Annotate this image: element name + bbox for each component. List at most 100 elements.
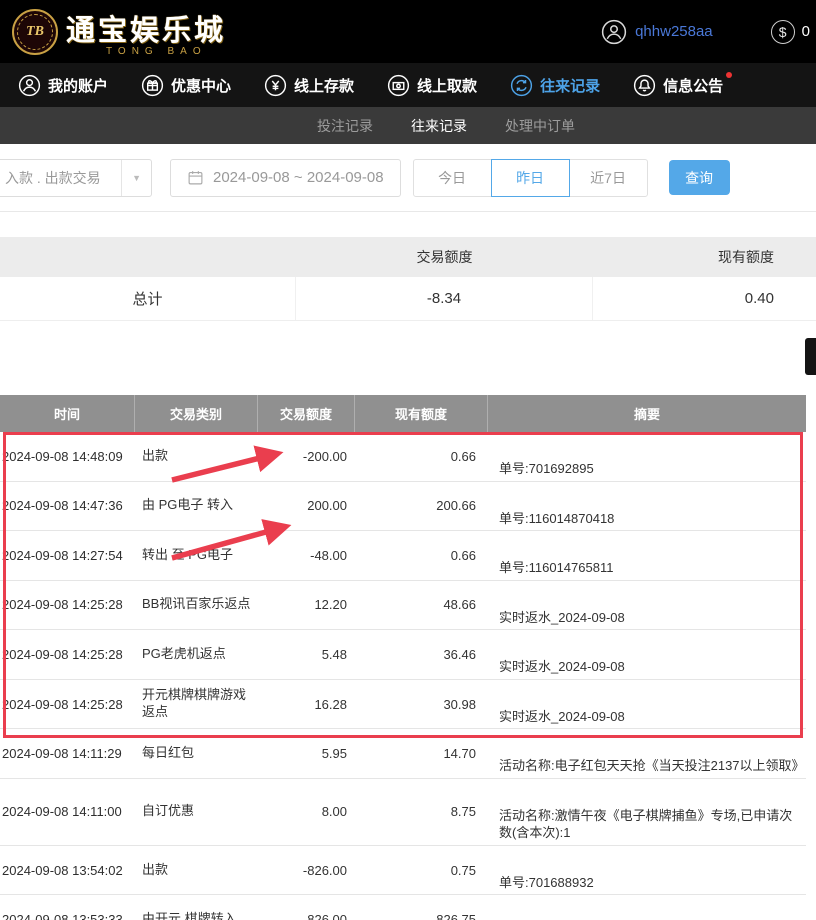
search-button[interactable]: 查询: [669, 160, 730, 195]
header-type: 交易类别: [135, 395, 258, 432]
nav-item-my-account[interactable]: 我的账户: [18, 74, 108, 97]
table-header-row: 时间 交易类别 交易额度 现有额度 摘要: [0, 395, 806, 432]
nav-item-transactions[interactable]: 往来记录: [510, 74, 600, 97]
cell-summary: 单号:116014765811: [488, 556, 806, 580]
cell-balance: 14.70: [355, 746, 488, 761]
cell-type: PG老虎机返点: [135, 643, 258, 666]
transaction-type-select[interactable]: 入款 . 出款交易 ▼: [0, 159, 152, 197]
today-button[interactable]: 今日: [413, 159, 492, 197]
transactions-body: 2024-09-08 14:48:09 出款 -200.00 0.66 单号:7…: [0, 432, 806, 920]
cell-balance: 200.66: [355, 498, 488, 513]
cell-time: 2024-09-08 14:48:09: [0, 449, 135, 464]
page: TB 通宝娱乐城 TONG BAO qhhw258aa $ 0: [0, 0, 816, 920]
last-7-days-button[interactable]: 近7日: [569, 159, 648, 197]
date-range-picker[interactable]: 2024-09-08 ~ 2024-09-08: [170, 159, 401, 197]
table-row: 2024-09-08 14:27:54 转出 至 PG电子 -48.00 0.6…: [0, 531, 806, 581]
table-row: 2024-09-08 14:25:28 BB视讯百家乐返点 12.20 48.6…: [0, 581, 806, 631]
date-range-value: 2024-09-08 ~ 2024-09-08: [213, 169, 384, 186]
yesterday-button[interactable]: 昨日: [491, 159, 570, 197]
cell-summary: 活动名称:激情午夜《电子棋牌捕鱼》专场,已申请次数(含本次):1: [488, 804, 806, 845]
summary-total-row: 总计 -8.34 0.40: [0, 277, 816, 321]
nav-label: 信息公告: [663, 75, 723, 96]
select-value: 入款 . 出款交易: [5, 168, 101, 188]
cell-time: 2024-09-08 14:11:00: [0, 804, 135, 819]
cell-time: 2024-09-08 14:47:36: [0, 498, 135, 513]
header-time: 时间: [0, 395, 135, 432]
cell-summary: 实时返水_2024-09-08: [488, 655, 806, 679]
floating-side-widget[interactable]: [805, 338, 816, 375]
logo-text: 通宝娱乐城 TONG BAO: [66, 7, 226, 57]
nav-label: 线上取款: [417, 75, 477, 96]
table-row: 2024-09-08 14:48:09 出款 -200.00 0.66 单号:7…: [0, 432, 806, 482]
cell-type: 转出 至 PG电子: [135, 544, 258, 567]
wallet-amount: 0: [802, 23, 810, 40]
filter-bar: 入款 . 出款交易 ▼ 2024-09-08 ~ 2024-09-08 今日 昨…: [0, 144, 816, 212]
cell-balance: 36.46: [355, 647, 488, 662]
nav-item-announcements[interactable]: 信息公告: [633, 74, 723, 97]
cell-type: 开元棋牌棋牌游戏返点: [135, 684, 258, 724]
wallet[interactable]: $ 0: [771, 20, 810, 44]
cell-amount: 200.00: [258, 498, 355, 513]
dollar-icon: $: [771, 20, 795, 44]
summary-total-label: 总计: [0, 277, 296, 320]
nav-label: 往来记录: [540, 75, 600, 96]
site-logo[interactable]: TB 通宝娱乐城 TONG BAO: [12, 7, 226, 57]
cell-balance: 826.75: [355, 912, 488, 920]
logo-chip-icon: TB: [12, 9, 58, 55]
records-icon: [510, 74, 533, 97]
nav-label: 我的账户: [48, 75, 108, 96]
account-icon: [18, 74, 41, 97]
cell-time: 2024-09-08 13:53:33: [0, 912, 135, 920]
cell-balance: 0.75: [355, 863, 488, 878]
nav-item-withdraw[interactable]: 线上取款: [387, 74, 477, 97]
cell-time: 2024-09-08 14:25:28: [0, 597, 135, 612]
summary-total-amount: -8.34: [296, 277, 593, 320]
cell-amount: 16.28: [258, 697, 355, 712]
cell-type: BB视讯百家乐返点: [135, 593, 258, 616]
table-row: 2024-09-08 13:54:02 出款 -826.00 0.75 单号:7…: [0, 846, 806, 896]
nav-label: 优惠中心: [171, 75, 231, 96]
tab-processing-orders[interactable]: 处理中订单: [505, 116, 575, 136]
cell-amount: -200.00: [258, 449, 355, 464]
select-caret-wrap: ▼: [121, 160, 151, 196]
tab-transaction-records[interactable]: 往来记录: [411, 116, 467, 136]
notification-dot: [726, 72, 732, 78]
header-amount: 交易额度: [258, 395, 355, 432]
cell-time: 2024-09-08 13:54:02: [0, 863, 135, 878]
nav-item-deposit[interactable]: 线上存款: [264, 74, 354, 97]
cell-amount: -48.00: [258, 548, 355, 563]
cell-summary: 单号:116014870418: [488, 507, 806, 531]
table-row: 2024-09-08 14:47:36 由 PG电子 转入 200.00 200…: [0, 482, 806, 532]
calendar-icon: [187, 169, 204, 186]
summary-header-amount: 交易额度: [296, 247, 593, 267]
user-avatar-icon: [601, 19, 627, 45]
cell-summary: 实时返水_2024-09-08: [488, 606, 806, 630]
withdraw-icon: [387, 74, 410, 97]
summary-table: 交易额度 现有额度 总计 -8.34 0.40: [0, 237, 816, 321]
table-row: 2024-09-08 14:25:28 PG老虎机返点 5.48 36.46 实…: [0, 630, 806, 680]
deposit-icon: [264, 74, 287, 97]
cell-amount: 826.00: [258, 912, 355, 920]
nav-item-promotions[interactable]: 优惠中心: [141, 74, 231, 97]
cell-type: 出款: [135, 859, 258, 882]
table-row: 2024-09-08 14:11:29 每日红包 5.95 14.70 活动名称…: [0, 729, 806, 779]
cell-type: 出款: [135, 445, 258, 468]
top-header: TB 通宝娱乐城 TONG BAO qhhw258aa $ 0: [0, 0, 816, 63]
username[interactable]: qhhw258aa: [635, 23, 713, 40]
cell-amount: 12.20: [258, 597, 355, 612]
nav-label: 线上存款: [294, 75, 354, 96]
quick-date-group: 今日 昨日 近7日: [413, 159, 648, 197]
header-summary: 摘要: [488, 395, 806, 432]
cell-balance: 0.66: [355, 548, 488, 563]
sub-nav: 投注记录 往来记录 处理中订单: [0, 107, 816, 144]
table-row: 2024-09-08 14:25:28 开元棋牌棋牌游戏返点 16.28 30.…: [0, 680, 806, 730]
tab-betting-records[interactable]: 投注记录: [317, 116, 373, 136]
cell-balance: 30.98: [355, 697, 488, 712]
cell-balance: 8.75: [355, 804, 488, 819]
cell-type: 由 PG电子 转入: [135, 494, 258, 517]
cell-summary: 实时返水_2024-09-08: [488, 705, 806, 729]
cell-type: 每日红包: [135, 742, 258, 765]
chevron-down-icon: ▼: [132, 173, 141, 183]
table-row: 2024-09-08 14:11:00 自订优惠 8.00 8.75 活动名称:…: [0, 779, 806, 846]
cell-type: 由开元 棋牌转入: [135, 908, 258, 920]
